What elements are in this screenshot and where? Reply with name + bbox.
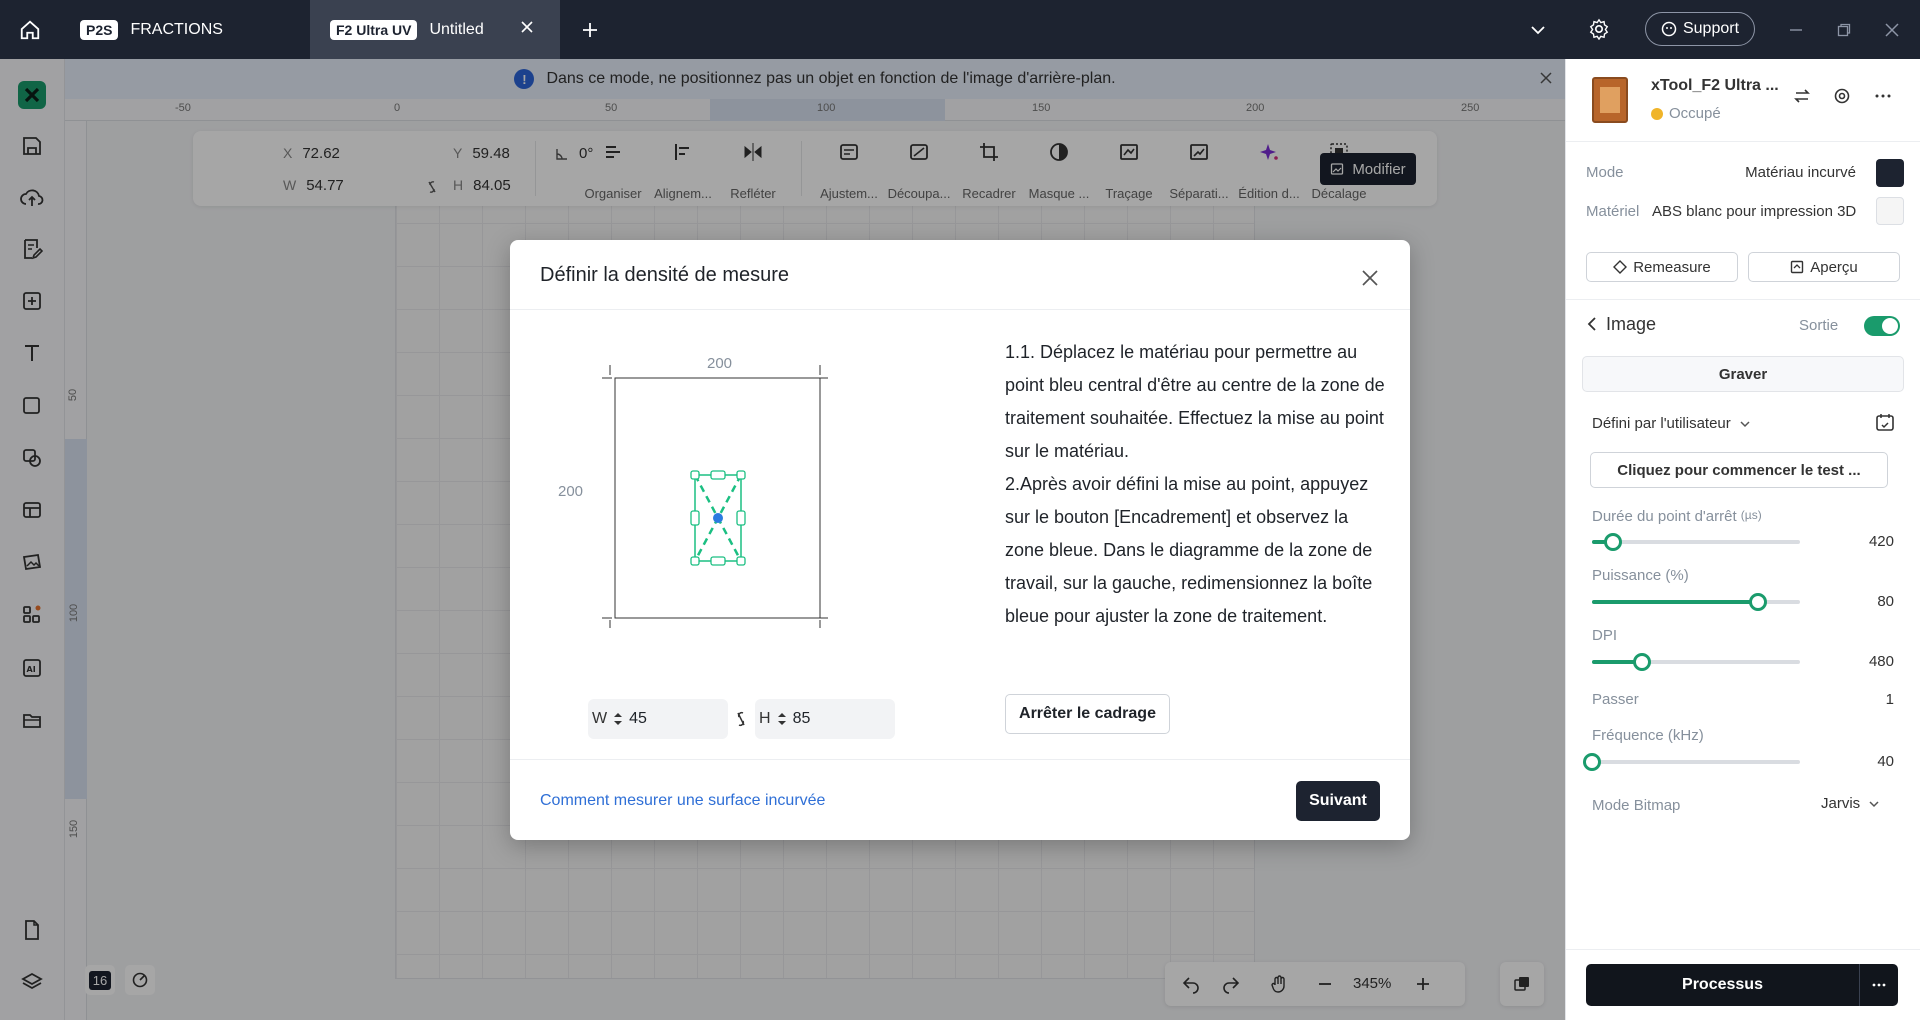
support-label: Support	[1682, 20, 1740, 37]
maximize-button[interactable]	[1830, 16, 1858, 44]
chevron-down-icon	[1531, 26, 1545, 35]
divider	[1566, 949, 1920, 950]
dropdown-button[interactable]	[1524, 16, 1552, 44]
dwell-slider[interactable]	[1592, 533, 1800, 551]
remeasure-button[interactable]: Remeasure	[1586, 252, 1738, 282]
pass-label: Passer	[1592, 691, 1639, 708]
mode-label: Mode	[1586, 164, 1624, 181]
next-button[interactable]: Suivant	[1296, 781, 1380, 821]
settings-button[interactable]	[1584, 14, 1614, 44]
preview-button[interactable]: Aperçu	[1748, 252, 1900, 282]
device-thumbnail	[1592, 77, 1628, 123]
preview-icon	[1791, 260, 1804, 274]
mode-icon[interactable]	[1876, 159, 1904, 187]
title-bar: P2S FRACTIONS F2 Ultra UV Untitled Suppo…	[0, 0, 1920, 59]
dpi-value[interactable]: 480	[1869, 653, 1894, 670]
tab-label: FRACTIONS	[130, 20, 223, 38]
height-input[interactable]: 85	[793, 710, 811, 728]
back-chevron-icon[interactable]	[1586, 316, 1598, 332]
frequency-value[interactable]: 40	[1877, 753, 1894, 770]
support-icon	[1661, 21, 1677, 37]
diagram-width-label: 200	[707, 355, 733, 372]
home-icon	[20, 20, 40, 40]
device-settings-icon[interactable]	[1833, 87, 1851, 105]
diagram-height-label: 200	[558, 483, 584, 500]
minimize-button[interactable]	[1782, 16, 1810, 44]
divider	[1566, 141, 1920, 142]
dpi-label: DPI	[1592, 627, 1618, 644]
power-label: Puissance (%)	[1592, 567, 1689, 584]
dwell-value[interactable]: 420	[1869, 533, 1894, 550]
right-panel: xTool_F2 Ultra ... Occupé Mode Matériau …	[1565, 59, 1920, 1020]
switch-device-icon[interactable]	[1793, 87, 1811, 105]
divider	[1566, 299, 1920, 300]
gear-icon	[1589, 18, 1609, 40]
plus-icon	[583, 23, 597, 37]
dpi-slider[interactable]	[1592, 653, 1800, 671]
divider	[510, 309, 1410, 310]
frequency-slider[interactable]	[1583, 753, 1800, 771]
restore-icon	[1837, 23, 1851, 37]
material-label: Matériel	[1586, 203, 1640, 220]
support-button[interactable]: Support	[1645, 12, 1755, 46]
process-button[interactable]: Processus	[1586, 964, 1898, 1006]
status-dot	[1651, 107, 1663, 120]
instructions-text: 1.1. Déplacez le matériau pour permettre…	[1005, 342, 1385, 626]
output-toggle[interactable]	[1864, 316, 1900, 336]
device-name: xTool_F2 Ultra ...	[1651, 77, 1779, 94]
tab-untitled[interactable]: F2 Ultra UV Untitled	[310, 0, 560, 59]
divider	[510, 759, 1410, 760]
device-status: Occupé	[1651, 105, 1721, 122]
chevron-down-icon	[1869, 800, 1879, 807]
power-slider[interactable]	[1592, 593, 1800, 611]
more-icon[interactable]	[1874, 87, 1892, 105]
material-value[interactable]: ABS blanc pour impression 3D	[1652, 203, 1856, 220]
minimize-icon	[1790, 29, 1802, 31]
new-tab-button[interactable]	[576, 16, 604, 44]
dialog-title: Définir la densité de mesure	[540, 264, 790, 286]
frequency-label: Fréquence (kHz)	[1592, 727, 1704, 744]
save-preset-icon[interactable]	[1874, 412, 1896, 434]
dwell-label: Durée du point d'arrêt (µs)	[1592, 508, 1762, 525]
diagram-svg	[602, 365, 828, 628]
section-title: Image	[1606, 314, 1657, 334]
tab-label: Untitled	[429, 20, 484, 38]
stop-framing-button[interactable]: Arrêter le cadrage	[1005, 694, 1170, 734]
chevron-down-icon	[1740, 420, 1750, 427]
tab-badge: F2 Ultra UV	[330, 19, 418, 40]
unlink-icon[interactable]	[734, 710, 748, 728]
measure-density-dialog: Définir la densité de mesure 200 200 W 4…	[510, 240, 1410, 840]
tab-fractions[interactable]: P2S FRACTIONS	[64, 0, 309, 59]
bitmap-label: Mode Bitmap	[1592, 797, 1681, 814]
preset-dropdown[interactable]: Défini par l'utilisateur	[1592, 415, 1751, 432]
pass-value[interactable]: 1	[1886, 691, 1894, 708]
stepper-icon[interactable]	[777, 712, 787, 726]
tab-badge: P2S	[80, 19, 119, 40]
close-window-button[interactable]	[1878, 16, 1906, 44]
output-label: Sortie	[1799, 317, 1839, 334]
width-input[interactable]: 45	[629, 710, 647, 728]
power-value[interactable]: 80	[1877, 593, 1894, 610]
close-icon	[1885, 23, 1899, 37]
dialog-close-button[interactable]	[1352, 260, 1388, 296]
process-more-icon[interactable]	[1860, 977, 1898, 993]
close-icon	[1362, 270, 1378, 286]
help-link[interactable]: Comment mesurer une surface incurvée	[540, 792, 825, 810]
mode-value[interactable]: Matériau incurvé	[1745, 164, 1856, 181]
work-area-diagram[interactable]: 200 200	[540, 350, 900, 650]
remeasure-icon	[1613, 260, 1628, 274]
home-button[interactable]	[12, 14, 48, 46]
width-field[interactable]: W 45	[588, 699, 728, 739]
height-field[interactable]: H 85	[755, 699, 895, 739]
stepper-icon[interactable]	[613, 712, 623, 726]
close-tab-icon[interactable]	[520, 20, 534, 34]
measure-box[interactable]	[690, 470, 746, 566]
bitmap-dropdown[interactable]: Jarvis	[1821, 795, 1880, 812]
engrave-button[interactable]: Graver	[1582, 356, 1904, 392]
test-button[interactable]: Cliquez pour commencer le test ...	[1590, 452, 1888, 488]
material-edit-icon[interactable]	[1876, 197, 1904, 225]
